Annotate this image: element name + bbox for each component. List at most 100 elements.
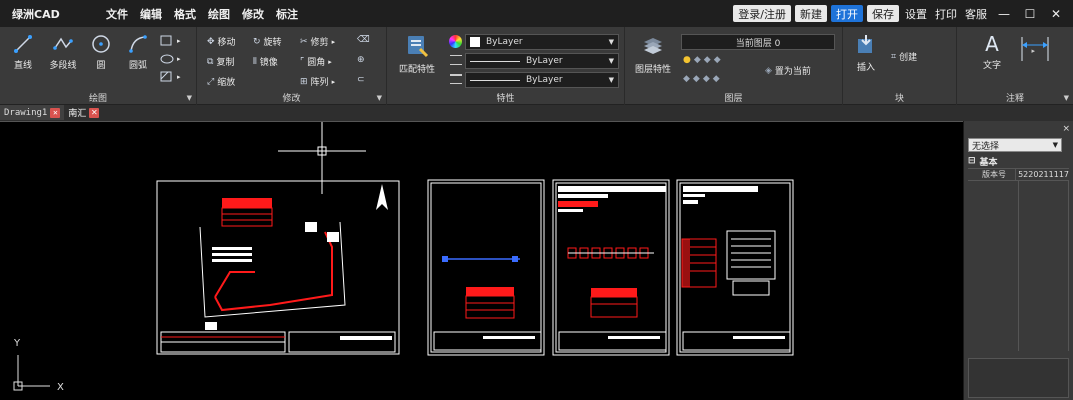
tab-label: Drawing1 bbox=[4, 107, 48, 118]
new-button[interactable]: 新建 bbox=[795, 5, 827, 22]
category-basic[interactable]: ⊟ 基本 bbox=[968, 155, 1068, 168]
line-tool[interactable]: 直线 bbox=[8, 33, 38, 71]
menu-edit[interactable]: 编辑 bbox=[134, 6, 168, 22]
arc-label: 圆弧 bbox=[128, 61, 147, 71]
lineweight-dropdown[interactable]: ByLayer ▼ bbox=[465, 72, 619, 88]
sheet-4[interactable] bbox=[676, 179, 794, 356]
grid-divider bbox=[1018, 181, 1019, 351]
dimension-tool[interactable] bbox=[1017, 33, 1053, 63]
modify-expand-icon[interactable]: ▼ bbox=[377, 94, 382, 102]
scale-icon: ⤢ bbox=[207, 76, 215, 87]
open-button[interactable]: 打开 bbox=[831, 5, 863, 22]
ellipse-icon bbox=[160, 54, 174, 64]
ucs-axis-icon bbox=[13, 355, 50, 391]
close-icon[interactable]: ✕ bbox=[50, 107, 61, 118]
ribbon-group-layer: 图层特性 当前图层 0 ● ◆ ◆ ◆ ◆ ◆ ◆ ◆ ◈ 置为当前 图层 bbox=[625, 27, 843, 105]
linetype-value: ByLayer bbox=[526, 56, 563, 66]
ribbon-group-properties: 匹配特性 ByLayer ▼ ByLayer ▼ ByLayer ▼ 特性 bbox=[387, 27, 625, 105]
ribbon-group-modify: ✥ 移动 ↻ 旋转 ✂ 修剪 ▸ ⌫ ⧉ 复制 ⫴ 镜像 ⌜ 圆角 ▸ ⊕ ⤢ 缩放 ⊞ 阵列 ▸ ⊂… bbox=[197, 27, 387, 105]
array-tool[interactable]: ⊞ 阵列 ▸ bbox=[300, 75, 335, 89]
array-label: 阵列 bbox=[310, 78, 329, 88]
lightbulb-icon[interactable]: ● bbox=[683, 55, 691, 65]
fillet-tool[interactable]: ⌜ 圆角 ▸ bbox=[300, 55, 332, 69]
crosshair-cursor bbox=[278, 122, 366, 194]
draw-expand-icon[interactable]: ▼ bbox=[187, 94, 192, 102]
app-title: 绿洲CAD bbox=[12, 7, 60, 21]
match-properties-tool[interactable]: 匹配特性 bbox=[395, 33, 439, 75]
property-grid bbox=[968, 181, 1069, 351]
rotate-tool[interactable]: ↻ 旋转 bbox=[253, 35, 282, 49]
sheet-3[interactable] bbox=[552, 179, 670, 356]
arc-tool[interactable]: 圆弧 bbox=[124, 33, 152, 71]
layer-isolate-icon[interactable]: ◆ bbox=[714, 55, 721, 65]
chevron-down-icon: ▼ bbox=[1052, 141, 1058, 149]
close-icon[interactable]: × bbox=[1062, 124, 1070, 134]
scale-tool[interactable]: ⤢ 缩放 bbox=[207, 75, 236, 89]
rectangle-tool[interactable]: ▸ bbox=[160, 35, 181, 47]
color-dropdown[interactable]: ByLayer ▼ bbox=[465, 34, 619, 50]
close-window-button[interactable]: ✕ bbox=[1045, 7, 1067, 21]
move-tool[interactable]: ✥ 移动 bbox=[207, 35, 236, 49]
line-icon bbox=[14, 35, 32, 53]
close-icon[interactable]: ✕ bbox=[89, 107, 100, 118]
layer-walk-icon[interactable]: ◆ bbox=[703, 74, 710, 84]
menu-modify[interactable]: 修改 bbox=[236, 6, 270, 22]
tab-label: 南汇 bbox=[68, 109, 87, 119]
circle-tool[interactable]: 圆 bbox=[88, 33, 114, 71]
dimension-dropdown-icon[interactable]: ▸ bbox=[1031, 47, 1035, 55]
login-button[interactable]: 登录/注册 bbox=[733, 5, 791, 22]
menu-draw[interactable]: 绘图 bbox=[202, 6, 236, 22]
text-tool[interactable]: A 文字 bbox=[979, 33, 1005, 71]
move-icon: ✥ bbox=[207, 36, 215, 47]
offset-tool[interactable]: ⊂ bbox=[357, 75, 365, 85]
ellipse-tool[interactable]: ▸ bbox=[160, 53, 181, 65]
linetype-dropdown[interactable]: ByLayer ▼ bbox=[465, 53, 619, 69]
linetype-preview bbox=[470, 60, 520, 62]
insert-block-tool[interactable]: 插入 bbox=[851, 33, 881, 73]
annotate-expand-icon[interactable]: ▼ bbox=[1064, 94, 1069, 102]
create-block-icon: ⌗ bbox=[891, 51, 897, 62]
erase-tool[interactable]: ⌫ bbox=[357, 35, 370, 45]
insert-label: 插入 bbox=[856, 63, 875, 73]
mirror-tool[interactable]: ⫴ 镜像 bbox=[253, 55, 278, 69]
explode-tool[interactable]: ⊕ bbox=[357, 55, 365, 65]
copy-tool[interactable]: ⧉ 复制 bbox=[207, 55, 234, 69]
settings-link[interactable]: 设置 bbox=[903, 6, 929, 22]
text-icon: A bbox=[985, 32, 999, 56]
print-link[interactable]: 打印 bbox=[933, 6, 959, 22]
menu-annotate[interactable]: 标注 bbox=[270, 6, 304, 22]
scale-label: 缩放 bbox=[217, 78, 236, 88]
save-button[interactable]: 保存 bbox=[867, 5, 899, 22]
set-current-layer-tool[interactable]: ◈ 置为当前 bbox=[765, 64, 811, 78]
site-plan-sheet[interactable] bbox=[156, 180, 400, 355]
menu-format[interactable]: 格式 bbox=[168, 6, 202, 22]
north-arrow-icon bbox=[376, 184, 388, 210]
layer-freeze-icon[interactable]: ◆ bbox=[694, 55, 701, 65]
sheet-2[interactable] bbox=[427, 179, 545, 356]
layer-previous-icon[interactable]: ◆ bbox=[693, 74, 700, 84]
collapse-icon[interactable]: ⊟ bbox=[968, 156, 976, 166]
property-row-version: 版本号 5220211117 bbox=[968, 168, 1069, 181]
service-link[interactable]: 客服 bbox=[963, 6, 989, 22]
polyline-tool[interactable]: 多段线 bbox=[46, 33, 80, 71]
minimize-button[interactable]: — bbox=[993, 7, 1015, 21]
property-value[interactable]: 5220211117 bbox=[1016, 169, 1069, 180]
tab-drawing1[interactable]: Drawing1 ✕ bbox=[0, 105, 65, 120]
current-layer-dropdown[interactable]: 当前图层 0 bbox=[681, 34, 835, 50]
hatch-tool[interactable]: ▸ bbox=[160, 71, 181, 83]
drawing-canvas[interactable]: Y X bbox=[0, 121, 963, 400]
circle-icon bbox=[92, 35, 110, 53]
hatch-icon bbox=[160, 71, 172, 82]
layer-state-icons-row1: ● ◆ ◆ ◆ bbox=[683, 55, 721, 65]
trim-tool[interactable]: ✂ 修剪 ▸ bbox=[300, 35, 335, 49]
layer-off-icon[interactable]: ◆ bbox=[713, 74, 720, 84]
create-block-tool[interactable]: ⌗ 创建 bbox=[891, 50, 917, 64]
layer-lock-icon[interactable]: ◆ bbox=[704, 55, 711, 65]
layer-match-icon[interactable]: ◆ bbox=[683, 74, 690, 84]
selection-dropdown[interactable]: 无选择 ▼ bbox=[968, 138, 1062, 152]
maximize-button[interactable]: ☐ bbox=[1019, 7, 1041, 21]
menu-file[interactable]: 文件 bbox=[100, 6, 134, 22]
tab-nanhui[interactable]: 南汇 ✕ bbox=[64, 105, 104, 120]
match-properties-label: 匹配特性 bbox=[398, 65, 435, 75]
layer-properties-tool[interactable]: 图层特性 bbox=[633, 33, 673, 75]
